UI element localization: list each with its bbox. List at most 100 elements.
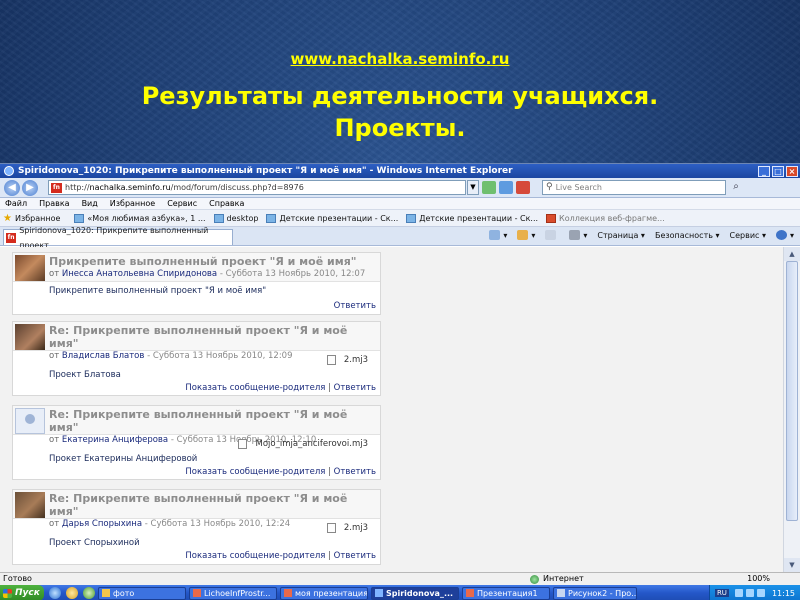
menu-view[interactable]: Вид xyxy=(82,198,98,209)
zoom-level[interactable]: 100% xyxy=(747,573,800,585)
menu-bar: Файл Правка Вид Избранное Сервис Справка xyxy=(0,198,800,210)
tools-menu[interactable]: Сервис ▾ xyxy=(730,231,766,240)
menu-file[interactable]: Файл xyxy=(5,198,27,209)
stop-icon[interactable] xyxy=(516,181,530,194)
post-subject: Re: Прикрепите выполненный проект "Я и м… xyxy=(49,492,348,518)
forum-post: Прикрепите выполненный проект "Я и моё и… xyxy=(12,252,381,315)
show-parent-link[interactable]: Показать сообщение-родителя xyxy=(185,467,325,477)
ie-icon xyxy=(375,589,383,597)
show-parent-link[interactable]: Показать сообщение-родителя xyxy=(185,551,325,561)
slide-title: www.nachalka.seminfo.ru Результаты деяте… xyxy=(0,50,800,144)
minimize-button[interactable]: _ xyxy=(758,165,770,177)
post-author[interactable]: Екатерина Анциферова xyxy=(62,435,168,445)
taskbar-item[interactable]: фото xyxy=(98,586,186,600)
mail-icon[interactable] xyxy=(545,230,559,240)
scroll-down-icon[interactable]: ▼ xyxy=(784,558,800,572)
compatibility-icon[interactable] xyxy=(482,181,496,194)
post-author[interactable]: Дарья Спорыхина xyxy=(62,519,142,529)
taskbar-item[interactable]: Презентация1 xyxy=(462,586,550,600)
close-button[interactable]: × xyxy=(786,165,798,177)
attachment[interactable]: 2.mj3 xyxy=(326,523,368,533)
taskbar-item[interactable]: LichoeInfProstr... xyxy=(189,586,277,600)
ie-icon xyxy=(4,166,14,176)
avatar[interactable] xyxy=(15,408,45,434)
search-placeholder: Live Search xyxy=(555,183,602,192)
menu-help[interactable]: Справка xyxy=(209,198,244,209)
reply-link[interactable]: Ответить xyxy=(334,301,376,311)
page-menu[interactable]: Страница ▾ xyxy=(597,231,645,240)
search-input[interactable]: ⚲ Live Search xyxy=(542,180,726,195)
taskbar-item-label: LichoeInfProstr... xyxy=(204,588,271,598)
safety-menu[interactable]: Безопасность ▾ xyxy=(655,231,720,240)
forward-icon[interactable]: ▶ xyxy=(22,179,38,196)
post-header: Re: Прикрепите выполненный проект "Я и м… xyxy=(13,490,380,529)
menu-edit[interactable]: Правка xyxy=(39,198,69,209)
attachment[interactable]: Mojo_imja_anciferovoi.mj3 xyxy=(238,439,368,449)
post-actions: Показать сообщение-родителя | Ответить xyxy=(185,467,376,477)
avatar[interactable] xyxy=(15,492,45,518)
favorites-item-2[interactable]: desktop xyxy=(213,213,258,223)
favorites-item-4[interactable]: Детские презентации - Ск... xyxy=(406,213,538,223)
file-icon xyxy=(238,439,248,449)
favorites-button[interactable]: Избранное xyxy=(15,214,60,223)
maximize-button[interactable]: □ xyxy=(772,165,784,177)
scroll-up-icon[interactable]: ▲ xyxy=(784,247,800,261)
help-icon[interactable]: ▾ xyxy=(775,230,794,240)
media-quicklaunch-icon[interactable] xyxy=(66,587,78,599)
reply-link[interactable]: Ответить xyxy=(334,383,376,393)
home-icon[interactable]: ▾ xyxy=(489,230,507,240)
page-menu-label: Страница xyxy=(597,230,639,240)
ie-quicklaunch-icon[interactable] xyxy=(49,587,61,599)
favorites-item-label: Коллекция веб-фрагме... xyxy=(559,213,665,223)
taskbar-item-active[interactable]: Spiridonova_... xyxy=(371,586,459,600)
post-header: Re: Прикрепите выполненный проект "Я и м… xyxy=(13,322,380,361)
search-go-icon[interactable]: ⌕ xyxy=(728,180,744,195)
favorites-item-1[interactable]: «Моя любимая азбука», 1 ... xyxy=(74,213,206,223)
security-zone[interactable]: Интернет xyxy=(530,573,670,585)
reply-link[interactable]: Ответить xyxy=(334,551,376,561)
menu-tools[interactable]: Сервис xyxy=(167,198,197,209)
tray-network-icon[interactable] xyxy=(734,589,743,597)
scroll-thumb[interactable] xyxy=(786,261,798,521)
menu-favorites[interactable]: Избранное xyxy=(110,198,155,209)
tray-security-icon[interactable] xyxy=(756,589,765,597)
favorites-item-label: «Моя любимая азбука», 1 ... xyxy=(87,213,206,223)
site-favicon-icon: fn xyxy=(51,182,62,193)
avatar[interactable] xyxy=(15,324,45,350)
taskbar-item[interactable]: Рисунок2 - Про... xyxy=(553,586,637,600)
slide-url[interactable]: www.nachalka.seminfo.ru xyxy=(0,50,800,68)
window-titlebar[interactable]: Spiridonova_1020: Прикрепите выполненный… xyxy=(0,164,800,178)
language-indicator[interactable]: RU xyxy=(714,589,729,597)
url-dropdown-icon[interactable]: ▼ xyxy=(467,180,479,195)
favorites-item-3[interactable]: Детские презентации - Ск... xyxy=(266,213,398,223)
desktop-quicklaunch-icon[interactable] xyxy=(83,587,95,599)
clock: 11:15 xyxy=(771,588,795,598)
show-parent-link[interactable]: Показать сообщение-родителя xyxy=(185,383,325,393)
taskbar-item[interactable]: моя презентация xyxy=(280,586,368,600)
slide-heading-line2: Проекты. xyxy=(334,114,466,142)
start-button[interactable]: Пуск xyxy=(0,585,44,600)
vertical-scrollbar[interactable]: ▲ ▼ xyxy=(783,247,800,572)
favorites-star-icon[interactable]: ★ xyxy=(3,213,12,224)
forum-post: Re: Прикрепите выполненный проект "Я и м… xyxy=(12,405,381,480)
action-separator: | xyxy=(328,551,331,561)
slide-heading-line1: Результаты деятельности учащихся. xyxy=(141,82,659,110)
avatar[interactable] xyxy=(15,255,45,281)
safety-menu-label: Безопасность xyxy=(654,230,713,240)
site-favicon-icon: fn xyxy=(6,232,17,243)
attachment[interactable]: 2.mj3 xyxy=(326,355,368,365)
favorites-item-5[interactable]: Коллекция веб-фрагме... xyxy=(546,213,665,223)
tray-volume-icon[interactable] xyxy=(745,589,754,597)
post-author[interactable]: Инесса Анатольевна Спиридонова xyxy=(62,269,217,279)
back-icon[interactable]: ◀ xyxy=(4,179,20,196)
feeds-icon[interactable]: ▾ xyxy=(517,230,535,240)
tab-active[interactable]: fn Spiridonova_1020: Прикрепите выполнен… xyxy=(3,226,233,250)
page-icon xyxy=(266,213,277,223)
refresh-icon[interactable] xyxy=(499,181,513,194)
envelope-icon xyxy=(545,230,557,240)
print-icon[interactable]: ▾ xyxy=(569,230,587,240)
url-input[interactable]: fn http:// nachalka.seminfo.ru /mod/foru… xyxy=(48,180,466,195)
post-author[interactable]: Владислав Блатов xyxy=(62,351,145,361)
post-header: Re: Прикрепите выполненный проект "Я и м… xyxy=(13,406,380,445)
reply-link[interactable]: Ответить xyxy=(334,467,376,477)
